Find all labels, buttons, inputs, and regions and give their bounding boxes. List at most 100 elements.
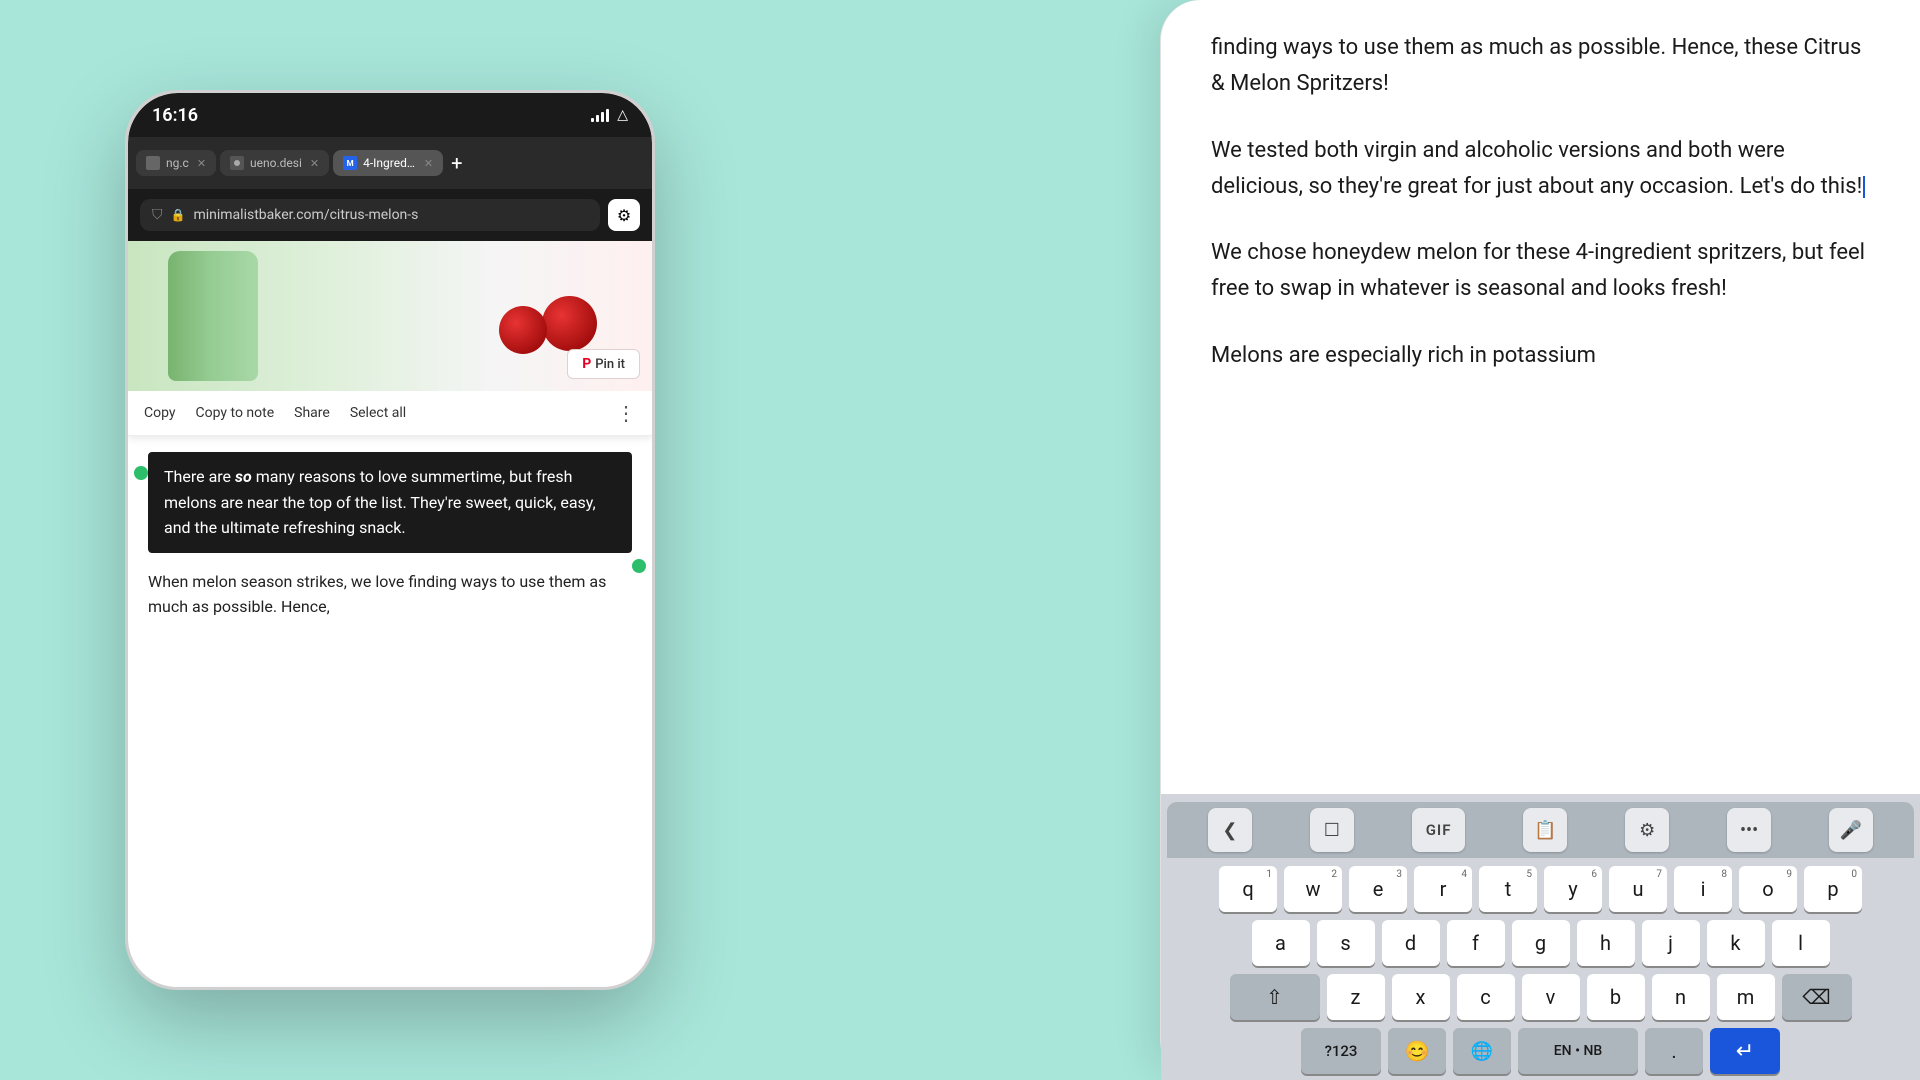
article-content: There are so many reasons to love summer… bbox=[128, 436, 652, 987]
signal-bar-1 bbox=[591, 118, 594, 122]
article-para-2-text: We chose honeydew melon for these 4-ingr… bbox=[1211, 240, 1865, 301]
pin-it-button[interactable]: P Pin it bbox=[567, 349, 640, 379]
copy-button[interactable]: Copy bbox=[144, 405, 176, 421]
select-all-button[interactable]: Select all bbox=[350, 405, 406, 421]
key-v[interactable]: v bbox=[1522, 974, 1580, 1020]
key-o[interactable]: 9o bbox=[1739, 866, 1797, 912]
key-x[interactable]: x bbox=[1392, 974, 1450, 1020]
tab-label-3: 4-Ingredie bbox=[363, 156, 416, 170]
space-bar[interactable]: EN • NB bbox=[1518, 1028, 1638, 1074]
keyboard-row-3: ⇧ z x c v b n m ⌫ bbox=[1167, 974, 1914, 1020]
share-button[interactable]: Share bbox=[294, 405, 330, 421]
key-r[interactable]: 4r bbox=[1414, 866, 1472, 912]
key-b[interactable]: b bbox=[1587, 974, 1645, 1020]
article-para-0: finding ways to use them as much as poss… bbox=[1211, 30, 1870, 103]
article-para-0-text: finding ways to use them as much as poss… bbox=[1211, 35, 1861, 96]
copy-to-note-button[interactable]: Copy to note bbox=[196, 405, 275, 421]
gif-label: GIF bbox=[1426, 821, 1452, 839]
cherry1-decoration bbox=[542, 296, 597, 351]
num-0: 0 bbox=[1851, 869, 1857, 880]
emoji-button[interactable]: 😊 bbox=[1388, 1028, 1446, 1074]
gif-button[interactable]: GIF bbox=[1412, 808, 1466, 852]
tab-favicon-2 bbox=[230, 156, 244, 170]
period-button[interactable]: . bbox=[1645, 1028, 1703, 1074]
address-text: minimalistbaker.com/citrus-melon-s bbox=[193, 207, 588, 223]
gear-icon: ⚙ bbox=[1639, 820, 1655, 841]
pocket-button[interactable]: ⚙ bbox=[608, 199, 640, 231]
phone-device: 16:16 △ ng.c ✕ bbox=[125, 90, 655, 990]
cherry2-decoration bbox=[499, 306, 547, 354]
selected-text: There are so many reasons to love summer… bbox=[164, 467, 596, 537]
key-h[interactable]: h bbox=[1577, 920, 1635, 966]
num-3: 3 bbox=[1396, 869, 1402, 880]
keyboard-row-4: ?123 😊 🌐 EN • NB . ↵ bbox=[1167, 1028, 1914, 1074]
lock-icon: 🔒 bbox=[171, 208, 186, 222]
tab-3[interactable]: M 4-Ingredie ✕ bbox=[333, 150, 443, 176]
num-1: 1 bbox=[1266, 869, 1272, 880]
key-f[interactable]: f bbox=[1447, 920, 1505, 966]
signal-bar-2 bbox=[596, 115, 599, 122]
pinterest-icon: P bbox=[582, 356, 591, 372]
keyboard-toolbar: ❮ ☐ GIF 📋 ⚙ ••• 🎤 bbox=[1167, 802, 1914, 858]
sticker-button[interactable]: ☐ bbox=[1310, 808, 1354, 852]
wifi-icon: △ bbox=[617, 107, 628, 123]
key-l[interactable]: l bbox=[1772, 920, 1830, 966]
key-a[interactable]: a bbox=[1252, 920, 1310, 966]
key-t[interactable]: 5t bbox=[1479, 866, 1537, 912]
backspace-button[interactable]: ⌫ bbox=[1782, 974, 1852, 1020]
num-6: 6 bbox=[1591, 869, 1597, 880]
article-para-2: We chose honeydew melon for these 4-ingr… bbox=[1211, 235, 1870, 308]
num-2: 2 bbox=[1331, 869, 1337, 880]
more-tools-button[interactable]: ••• bbox=[1727, 808, 1771, 852]
key-d[interactable]: d bbox=[1382, 920, 1440, 966]
keyboard[interactable]: ❮ ☐ GIF 📋 ⚙ ••• 🎤 bbox=[1161, 794, 1920, 1080]
clipboard-icon: 📋 bbox=[1534, 820, 1556, 841]
tab-bar[interactable]: ng.c ✕ ueno.desi ✕ M 4-Ingredie ✕ + bbox=[128, 137, 652, 189]
key-z[interactable]: z bbox=[1327, 974, 1385, 1020]
key-n[interactable]: n bbox=[1652, 974, 1710, 1020]
signal-bar-4 bbox=[606, 109, 609, 122]
back-icon: ❮ bbox=[1222, 820, 1237, 841]
key-c[interactable]: c bbox=[1457, 974, 1515, 1020]
symbol-button[interactable]: ?123 bbox=[1301, 1028, 1381, 1074]
keyboard-row-1: 1q 2w 3e 4r 5t 6y 7u 8i 9o 0p bbox=[1167, 866, 1914, 912]
key-w[interactable]: 2w bbox=[1284, 866, 1342, 912]
tab-close-2[interactable]: ✕ bbox=[310, 157, 319, 170]
key-k[interactable]: k bbox=[1707, 920, 1765, 966]
tab-2[interactable]: ueno.desi ✕ bbox=[220, 150, 329, 176]
tab-favicon-3: M bbox=[343, 156, 357, 170]
mic-button[interactable]: 🎤 bbox=[1829, 808, 1873, 852]
globe-button[interactable]: 🌐 bbox=[1453, 1028, 1511, 1074]
right-panel: finding ways to use them as much as poss… bbox=[1160, 0, 1920, 1080]
selection-handle-left bbox=[134, 466, 148, 480]
address-input[interactable]: ⛉ 🔒 minimalistbaker.com/citrus-melon-s bbox=[140, 199, 600, 231]
browser-content: P Pin it Copy Copy to note Share Select … bbox=[128, 241, 652, 987]
food-image: P Pin it bbox=[128, 241, 652, 391]
pocket-icon: ⚙ bbox=[617, 206, 631, 225]
key-s[interactable]: s bbox=[1317, 920, 1375, 966]
return-button[interactable]: ↵ bbox=[1710, 1028, 1780, 1074]
clipboard-button[interactable]: 📋 bbox=[1523, 808, 1567, 852]
num-7: 7 bbox=[1656, 869, 1662, 880]
back-button[interactable]: ❮ bbox=[1208, 808, 1252, 852]
key-m[interactable]: m bbox=[1717, 974, 1775, 1020]
key-y[interactable]: 6y bbox=[1544, 866, 1602, 912]
num-8: 8 bbox=[1721, 869, 1727, 880]
tab-1[interactable]: ng.c ✕ bbox=[136, 150, 216, 176]
green-glass-decoration bbox=[168, 251, 258, 381]
tab-close-3[interactable]: ✕ bbox=[424, 157, 433, 170]
settings-button[interactable]: ⚙ bbox=[1625, 808, 1669, 852]
key-q[interactable]: 1q bbox=[1219, 866, 1277, 912]
ellipsis-icon: ••• bbox=[1740, 820, 1758, 841]
tab-add-button[interactable]: + bbox=[451, 151, 462, 175]
key-i[interactable]: 8i bbox=[1674, 866, 1732, 912]
more-button[interactable]: ⋮ bbox=[616, 401, 636, 425]
key-u[interactable]: 7u bbox=[1609, 866, 1667, 912]
key-e[interactable]: 3e bbox=[1349, 866, 1407, 912]
tab-close-1[interactable]: ✕ bbox=[197, 157, 206, 170]
shift-button[interactable]: ⇧ bbox=[1230, 974, 1320, 1020]
article-para-3-text: Melons are especially rich in potassium bbox=[1211, 343, 1596, 368]
key-g[interactable]: g bbox=[1512, 920, 1570, 966]
key-j[interactable]: j bbox=[1642, 920, 1700, 966]
key-p[interactable]: 0p bbox=[1804, 866, 1862, 912]
